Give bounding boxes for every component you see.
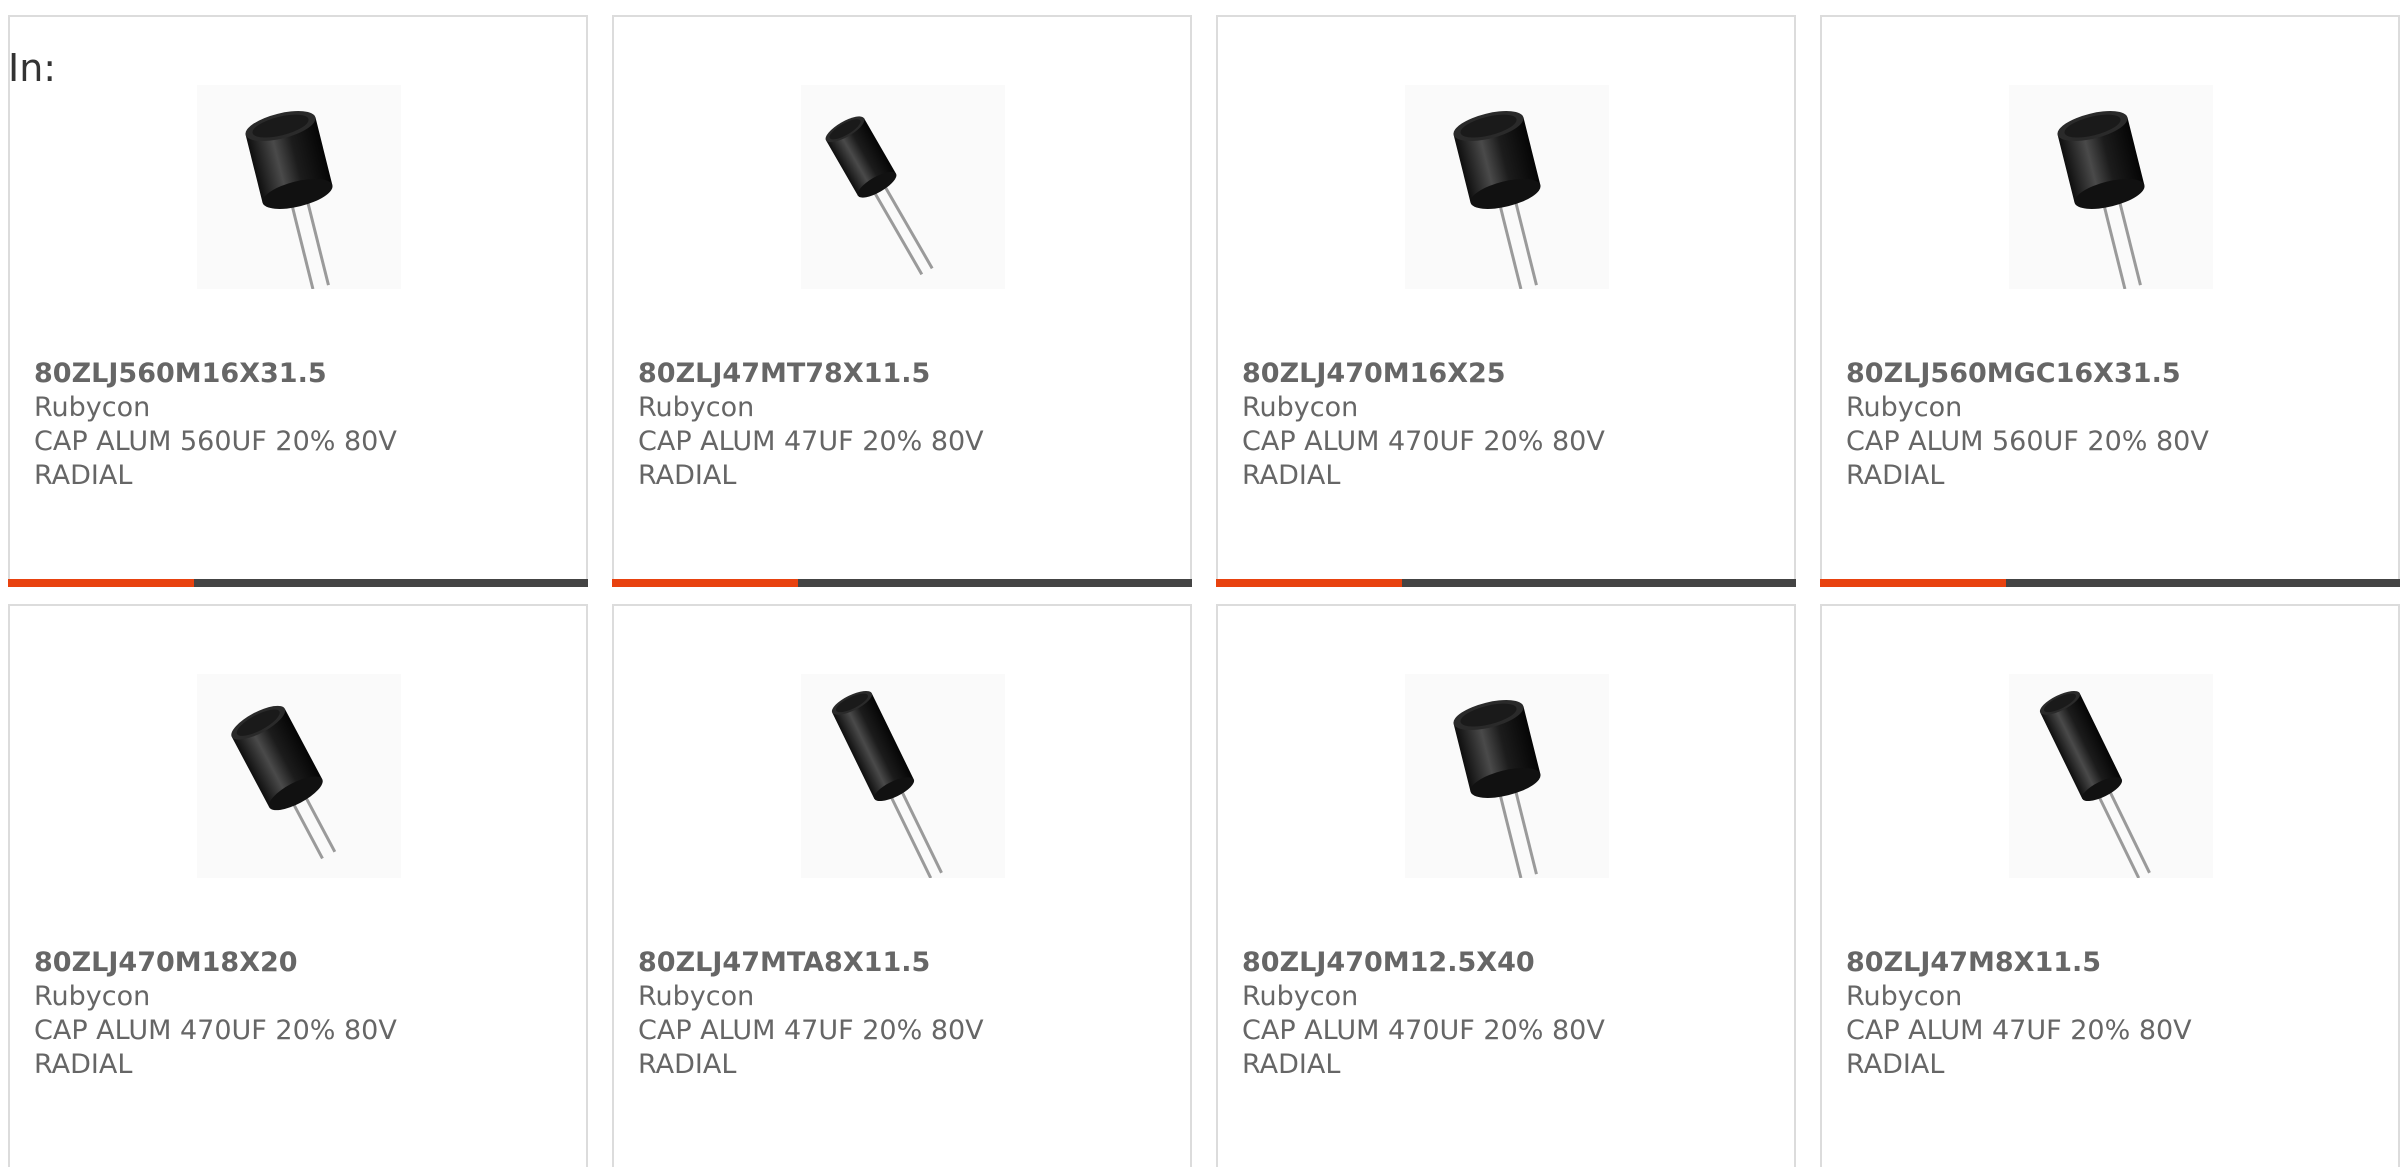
capacitor-image — [801, 85, 1005, 289]
product-info: 80ZLJ47MT78X11.5 Rubycon CAP ALUM 47UF 2… — [638, 357, 1166, 493]
progress-fill — [612, 579, 798, 587]
product-info: 80ZLJ470M16X25 Rubycon CAP ALUM 470UF 20… — [1242, 357, 1770, 493]
product-manufacturer: Rubycon — [1846, 981, 1963, 1012]
progress-bar — [1820, 579, 2400, 587]
product-manufacturer: Rubycon — [638, 981, 755, 1012]
product-card[interactable]: 80ZLJ470M18X20 Rubycon CAP ALUM 470UF 20… — [8, 604, 588, 1167]
filter-label: In: — [8, 46, 57, 90]
product-description: CAP ALUM 560UF 20% 80V RADIAL — [1846, 426, 2209, 491]
product-part-number[interactable]: 80ZLJ47M8X11.5 — [1846, 946, 2374, 980]
product-manufacturer: Rubycon — [1242, 981, 1359, 1012]
product-description: CAP ALUM 560UF 20% 80V RADIAL — [34, 426, 397, 491]
product-description: CAP ALUM 470UF 20% 80V RADIAL — [1242, 426, 1605, 491]
product-info: 80ZLJ560MGC16X31.5 Rubycon CAP ALUM 560U… — [1846, 357, 2374, 493]
product-info: 80ZLJ470M12.5X40 Rubycon CAP ALUM 470UF … — [1242, 946, 1770, 1082]
product-description: CAP ALUM 47UF 20% 80V RADIAL — [638, 1015, 984, 1080]
product-description: CAP ALUM 470UF 20% 80V RADIAL — [34, 1015, 397, 1080]
capacitor-image — [1405, 85, 1609, 289]
product-part-number[interactable]: 80ZLJ470M18X20 — [34, 946, 562, 980]
product-part-number[interactable]: 80ZLJ47MTA8X11.5 — [638, 946, 1166, 980]
product-card[interactable]: 80ZLJ47M8X11.5 Rubycon CAP ALUM 47UF 20%… — [1820, 604, 2400, 1167]
product-manufacturer: Rubycon — [34, 392, 151, 423]
progress-fill — [1216, 579, 1402, 587]
product-info: 80ZLJ47MTA8X11.5 Rubycon CAP ALUM 47UF 2… — [638, 946, 1166, 1082]
product-manufacturer: Rubycon — [34, 981, 151, 1012]
capacitor-image — [2009, 85, 2213, 289]
product-part-number[interactable]: 80ZLJ470M16X25 — [1242, 357, 1770, 391]
product-description: CAP ALUM 47UF 20% 80V RADIAL — [638, 426, 984, 491]
capacitor-image — [801, 674, 1005, 878]
capacitor-image — [197, 85, 401, 289]
progress-fill — [1820, 579, 2006, 587]
progress-fill — [8, 579, 194, 587]
product-part-number[interactable]: 80ZLJ47MT78X11.5 — [638, 357, 1166, 391]
product-grid: 80ZLJ560M16X31.5 Rubycon CAP ALUM 560UF … — [8, 15, 2400, 1167]
product-card[interactable]: 80ZLJ560MGC16X31.5 Rubycon CAP ALUM 560U… — [1820, 15, 2400, 587]
progress-bar — [612, 579, 1192, 587]
product-description: CAP ALUM 470UF 20% 80V RADIAL — [1242, 1015, 1605, 1080]
product-card[interactable]: 80ZLJ470M12.5X40 Rubycon CAP ALUM 470UF … — [1216, 604, 1796, 1167]
product-manufacturer: Rubycon — [1846, 392, 1963, 423]
product-part-number[interactable]: 80ZLJ470M12.5X40 — [1242, 946, 1770, 980]
product-results-page: In: 80ZLJ560M16X31.5 Rubycon CAP ALUM 56… — [0, 0, 2400, 1167]
product-manufacturer: Rubycon — [1242, 392, 1359, 423]
progress-bar — [1216, 579, 1796, 587]
progress-bar — [8, 579, 588, 587]
capacitor-image — [2009, 674, 2213, 878]
product-info: 80ZLJ47M8X11.5 Rubycon CAP ALUM 47UF 20%… — [1846, 946, 2374, 1082]
product-part-number[interactable]: 80ZLJ560MGC16X31.5 — [1846, 357, 2374, 391]
product-info: 80ZLJ560M16X31.5 Rubycon CAP ALUM 560UF … — [34, 357, 562, 493]
capacitor-image — [1405, 674, 1609, 878]
product-manufacturer: Rubycon — [638, 392, 755, 423]
product-card[interactable]: 80ZLJ47MTA8X11.5 Rubycon CAP ALUM 47UF 2… — [612, 604, 1192, 1167]
product-card[interactable]: 80ZLJ47MT78X11.5 Rubycon CAP ALUM 47UF 2… — [612, 15, 1192, 587]
capacitor-image — [197, 674, 401, 878]
product-description: CAP ALUM 47UF 20% 80V RADIAL — [1846, 1015, 2192, 1080]
product-part-number[interactable]: 80ZLJ560M16X31.5 — [34, 357, 562, 391]
product-card[interactable]: 80ZLJ470M16X25 Rubycon CAP ALUM 470UF 20… — [1216, 15, 1796, 587]
product-card[interactable]: 80ZLJ560M16X31.5 Rubycon CAP ALUM 560UF … — [8, 15, 588, 587]
product-info: 80ZLJ470M18X20 Rubycon CAP ALUM 470UF 20… — [34, 946, 562, 1082]
